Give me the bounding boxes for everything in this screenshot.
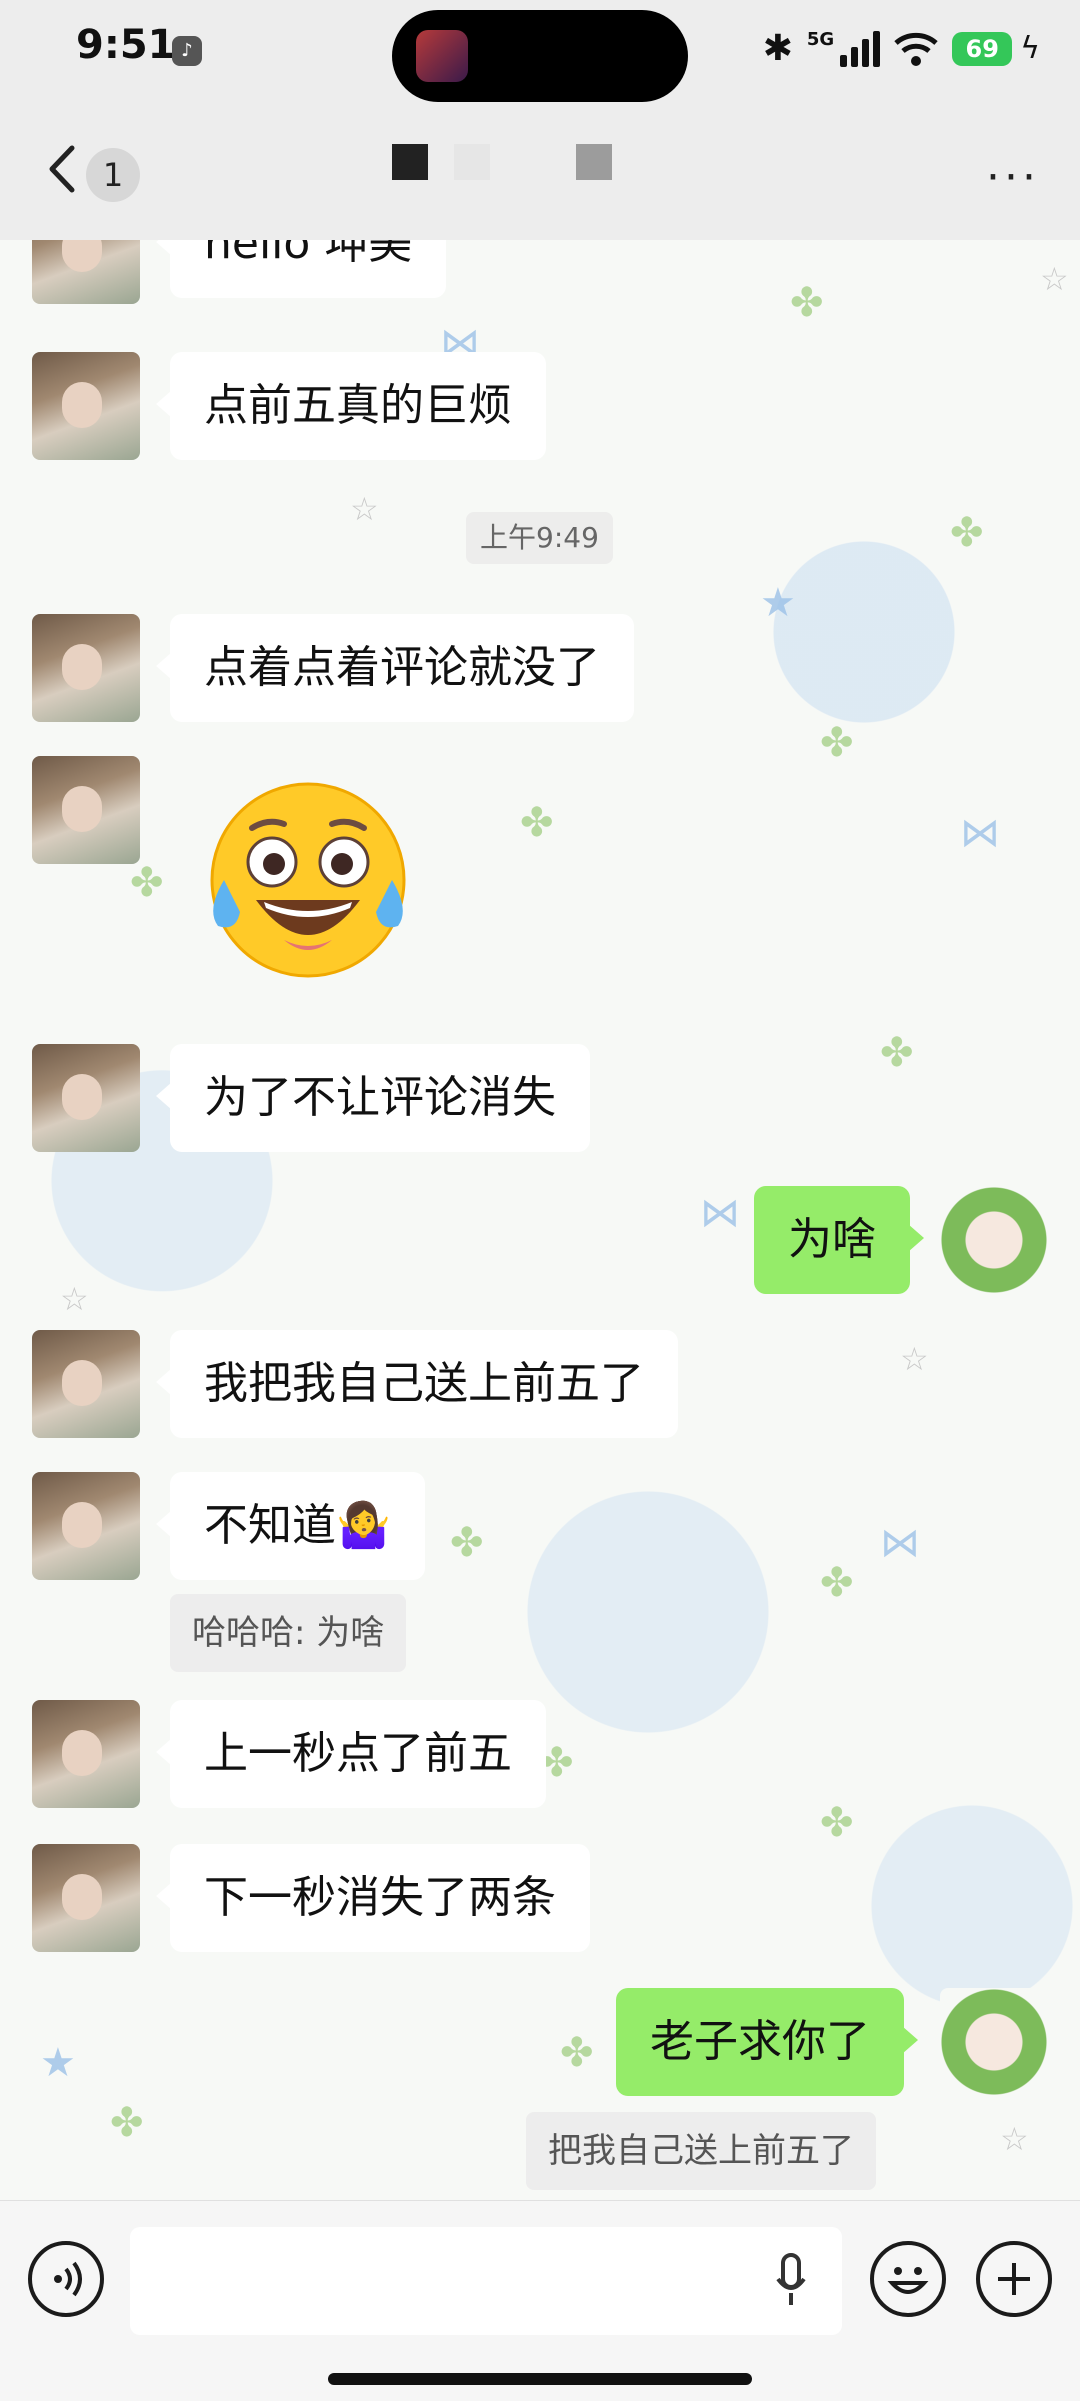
quoted-reply[interactable]: 把我自己送上前五了 [526, 2112, 876, 2190]
message-bubble[interactable]: hello 坤美 [155, 240, 447, 298]
star-decoration: ☆ [1040, 260, 1069, 298]
status-icons: ✱ 5G 69 ϟ [763, 28, 1040, 69]
message-bubble[interactable]: 我把我自己送上前五了 [156, 1330, 678, 1438]
clover-decoration: ✤ [790, 280, 824, 326]
now-playing-thumbnail [416, 30, 468, 82]
contact-avatar[interactable] [32, 352, 140, 460]
star-decoration: ☆ [60, 1280, 89, 1318]
clover-decoration: ✤ [820, 1560, 854, 1606]
my-message-bubble[interactable]: 老子求你了 [616, 1988, 918, 2096]
chat-header: 1 ··· [0, 110, 1080, 240]
clover-decoration: ✤ [950, 510, 984, 556]
star-decoration: ☆ [900, 1340, 929, 1378]
star-decoration: ☆ [1000, 2120, 1029, 2158]
my-message-bubble[interactable]: 为啥 [754, 1186, 924, 1294]
contact-avatar[interactable] [32, 614, 140, 722]
clover-decoration: ✤ [450, 1520, 484, 1566]
contact-avatar[interactable] [32, 240, 140, 304]
crying-laughing-emoji[interactable] [196, 780, 406, 980]
clover-decoration: ✤ [110, 2100, 144, 2146]
contact-avatar[interactable] [32, 1330, 140, 1438]
message-list[interactable]: ✤ ⋈ ☆ ✤ ☆ ★ ✤ ⋈ ✤ ✤ ⋈ ✤ ☆ ☆ ⋈ ✤ ✤ ✤ ✤ ★ … [0, 240, 1080, 2200]
bow-decoration: ⋈ [700, 1190, 740, 1236]
contact-avatar[interactable] [32, 756, 140, 864]
battery-indicator: 69 [952, 31, 1013, 66]
voice-toggle-button[interactable] [28, 2241, 104, 2317]
bow-decoration: ⋈ [880, 1520, 920, 1566]
dynamic-island[interactable] [392, 10, 688, 102]
quoted-reply[interactable]: 哈哈哈: 为啥 [170, 1594, 407, 1672]
more-functions-button[interactable] [976, 2241, 1052, 2317]
voice-icon [54, 2261, 82, 2297]
more-options-button[interactable]: ··· [986, 156, 1040, 200]
clover-decoration: ✤ [820, 1800, 854, 1846]
message-bubble[interactable]: 下一秒消失了两条 [156, 1844, 590, 1952]
network-type: 5G [806, 29, 835, 50]
clover-decoration: ✤ [130, 860, 164, 906]
clover-decoration: ✤ [880, 1030, 914, 1076]
contact-avatar[interactable] [32, 1700, 140, 1808]
home-indicator[interactable] [328, 2373, 752, 2385]
input-bar [0, 2200, 1080, 2401]
star-decoration: ☆ [350, 490, 379, 528]
message-bubble[interactable]: 为了不让评论消失 [156, 1044, 590, 1152]
message-bubble[interactable]: 上一秒点了前五 [156, 1700, 546, 1808]
clover-decoration: ✤ [560, 2030, 594, 2076]
message-input[interactable] [130, 2227, 842, 2335]
clover-decoration: ✤ [520, 800, 554, 846]
contact-avatar[interactable] [32, 1844, 140, 1952]
clover-decoration: ✤ [820, 720, 854, 766]
tiktok-icon: ♪ [172, 36, 202, 66]
my-avatar[interactable] [940, 1988, 1048, 2096]
bow-decoration: ⋈ [960, 810, 1000, 856]
mic-icon[interactable] [776, 2253, 806, 2309]
status-time: 9:51 [76, 22, 176, 68]
star-decoration: ★ [760, 580, 796, 626]
signal-icon [840, 30, 881, 67]
message-bubble[interactable]: 点着点着评论就没了 [156, 614, 634, 722]
status-bar: 9:51 ♪ ✱ 5G 69 ϟ [0, 0, 1080, 110]
emoji-icon [887, 2267, 929, 2294]
contact-avatar[interactable] [32, 1472, 140, 1580]
wifi-icon [894, 32, 938, 66]
charging-icon: ϟ [1020, 31, 1040, 66]
bluetooth-icon: ✱ [762, 28, 793, 69]
unread-count-badge[interactable]: 1 [86, 148, 140, 202]
message-bubble[interactable]: 不知道🤷‍♀️ [156, 1472, 425, 1580]
back-icon[interactable] [42, 144, 82, 194]
time-divider: 上午9:49 [466, 512, 613, 564]
message-bubble[interactable]: 点前五真的巨烦 [156, 352, 546, 460]
chat-title-redacted [392, 144, 612, 180]
contact-avatar[interactable] [32, 1044, 140, 1152]
emoji-button[interactable] [870, 2241, 946, 2317]
plus-icon [998, 2263, 1030, 2295]
star-decoration: ★ [40, 2040, 76, 2086]
my-avatar[interactable] [940, 1186, 1048, 1294]
